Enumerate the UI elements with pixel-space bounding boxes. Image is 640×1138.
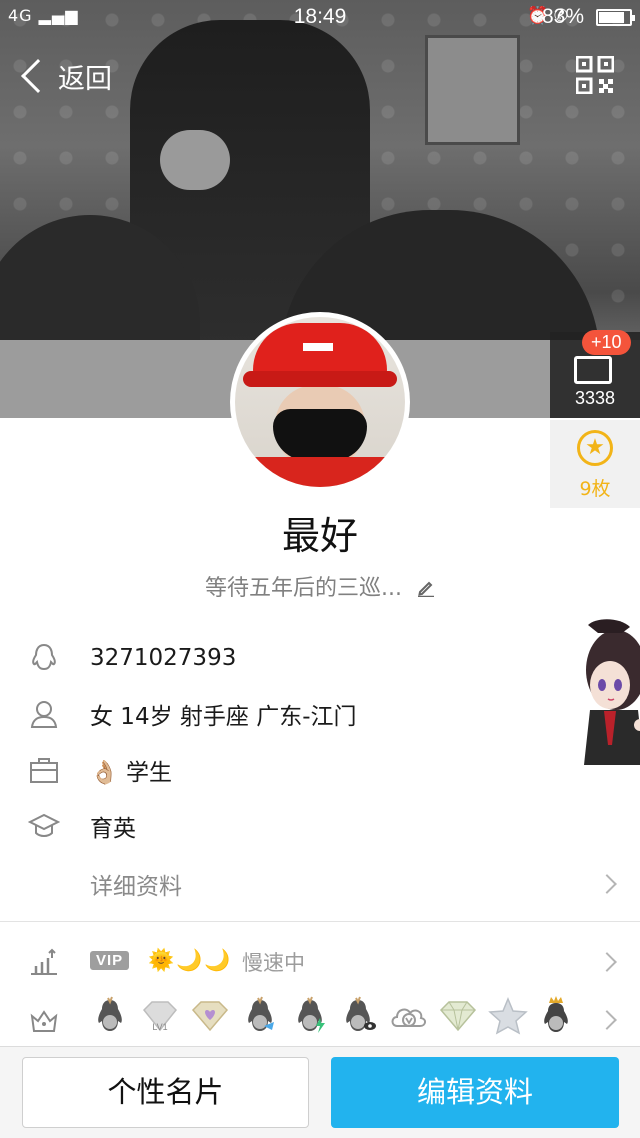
penguin-outline-icon — [32, 643, 56, 671]
avatar-image — [235, 317, 405, 487]
edit-profile-button[interactable]: 编辑资料 — [331, 1057, 619, 1128]
level-chart-icon — [31, 948, 57, 975]
likes-increment-badge: +10 — [582, 330, 631, 355]
profile-card-button[interactable]: 个性名片 — [22, 1057, 309, 1128]
crown-outline-icon — [30, 1010, 58, 1032]
chevron-right-icon — [597, 874, 617, 894]
penguin-icon — [98, 996, 122, 1031]
svg-text:LV1: LV1 — [152, 1022, 167, 1032]
qr-code-icon[interactable] — [576, 56, 614, 94]
penguin-fish-icon — [248, 996, 274, 1031]
briefcase-icon — [30, 758, 58, 783]
chevron-right-icon — [597, 952, 617, 972]
signature[interactable]: 等待五年后的三巡... — [0, 570, 640, 602]
diamond-icon — [439, 1001, 477, 1032]
penguin-bolt-icon — [298, 996, 325, 1033]
school-row[interactable]: 育英 — [0, 798, 640, 854]
battery-percent: 83% — [541, 5, 584, 28]
penguin-eye-icon — [346, 996, 376, 1031]
nickname: 最好 — [281, 514, 358, 558]
card-icon — [574, 356, 612, 384]
school-name: 育英 — [90, 816, 136, 842]
cloud-v-icon — [391, 1008, 426, 1027]
ok-hand-emoji: 👌🏼 — [90, 760, 119, 786]
honor-badges-row[interactable]: LV1 — [0, 992, 640, 1048]
vip-status: 慢速中 — [242, 951, 305, 975]
detail-info-row[interactable]: 详细资料 — [0, 856, 640, 912]
battery-icon — [596, 9, 635, 26]
section-divider — [0, 921, 640, 922]
diamond-lv1-icon: LV1 — [142, 1001, 178, 1032]
chevron-left-icon — [21, 59, 55, 93]
avatar-hat-brim — [243, 371, 397, 387]
qq-number-row[interactable]: 3271027393 — [0, 630, 640, 686]
basic-info-row[interactable]: 女 14岁 射手座 广东-江门 — [0, 686, 640, 742]
basic-info: 女 14岁 射手座 广东-江门 — [90, 704, 357, 730]
avatar-shirt — [235, 457, 405, 487]
floating-character-sticker[interactable] — [568, 615, 640, 765]
battery-fill — [599, 12, 624, 23]
signature-text: 等待五年后的三巡... — [205, 576, 402, 601]
graduation-cap-icon — [28, 813, 60, 837]
cover-hand — [160, 130, 230, 190]
level-sun-moon-icons: 🌞🌙🌙 — [148, 948, 233, 972]
vip-badge: VIP — [90, 951, 130, 970]
job-row[interactable]: 👌🏼 学生 — [0, 742, 640, 798]
detail-info-label: 详细资料 — [90, 874, 182, 900]
medal-wall[interactable]: 9枚 — [550, 420, 640, 508]
medal-count: 9枚 — [579, 478, 611, 500]
cover-box — [425, 35, 520, 145]
name-card-likes[interactable]: +10 3338 — [550, 330, 640, 418]
job-label: 学生 — [125, 760, 172, 786]
avatar-hat-tag — [303, 343, 333, 351]
chevron-right-icon — [597, 1010, 617, 1030]
heart-diamond-icon — [191, 1001, 229, 1032]
vip-level-row[interactable]: VIP 🌞🌙🌙 慢速中 — [0, 934, 640, 990]
edit-pencil-icon[interactable] — [417, 579, 435, 597]
avatar[interactable] — [230, 312, 410, 492]
likes-count: 3338 — [574, 388, 616, 408]
job-text: 👌🏼 学生 — [90, 753, 172, 787]
person-icon — [30, 701, 58, 728]
back-label: 返回 — [58, 63, 112, 95]
star-icon — [488, 997, 528, 1035]
qq-number: 3271027393 — [90, 645, 237, 671]
back-button[interactable]: 返回 — [16, 52, 112, 100]
penguin-crown-icon — [544, 996, 568, 1032]
medal-icon — [577, 430, 613, 466]
avatar-mask — [273, 409, 367, 461]
status-bar: 4G ▂▄▆ 18:49 ⏰ ✆ 83% — [0, 0, 640, 34]
bottom-action-bar: 个性名片 编辑资料 — [0, 1046, 640, 1138]
